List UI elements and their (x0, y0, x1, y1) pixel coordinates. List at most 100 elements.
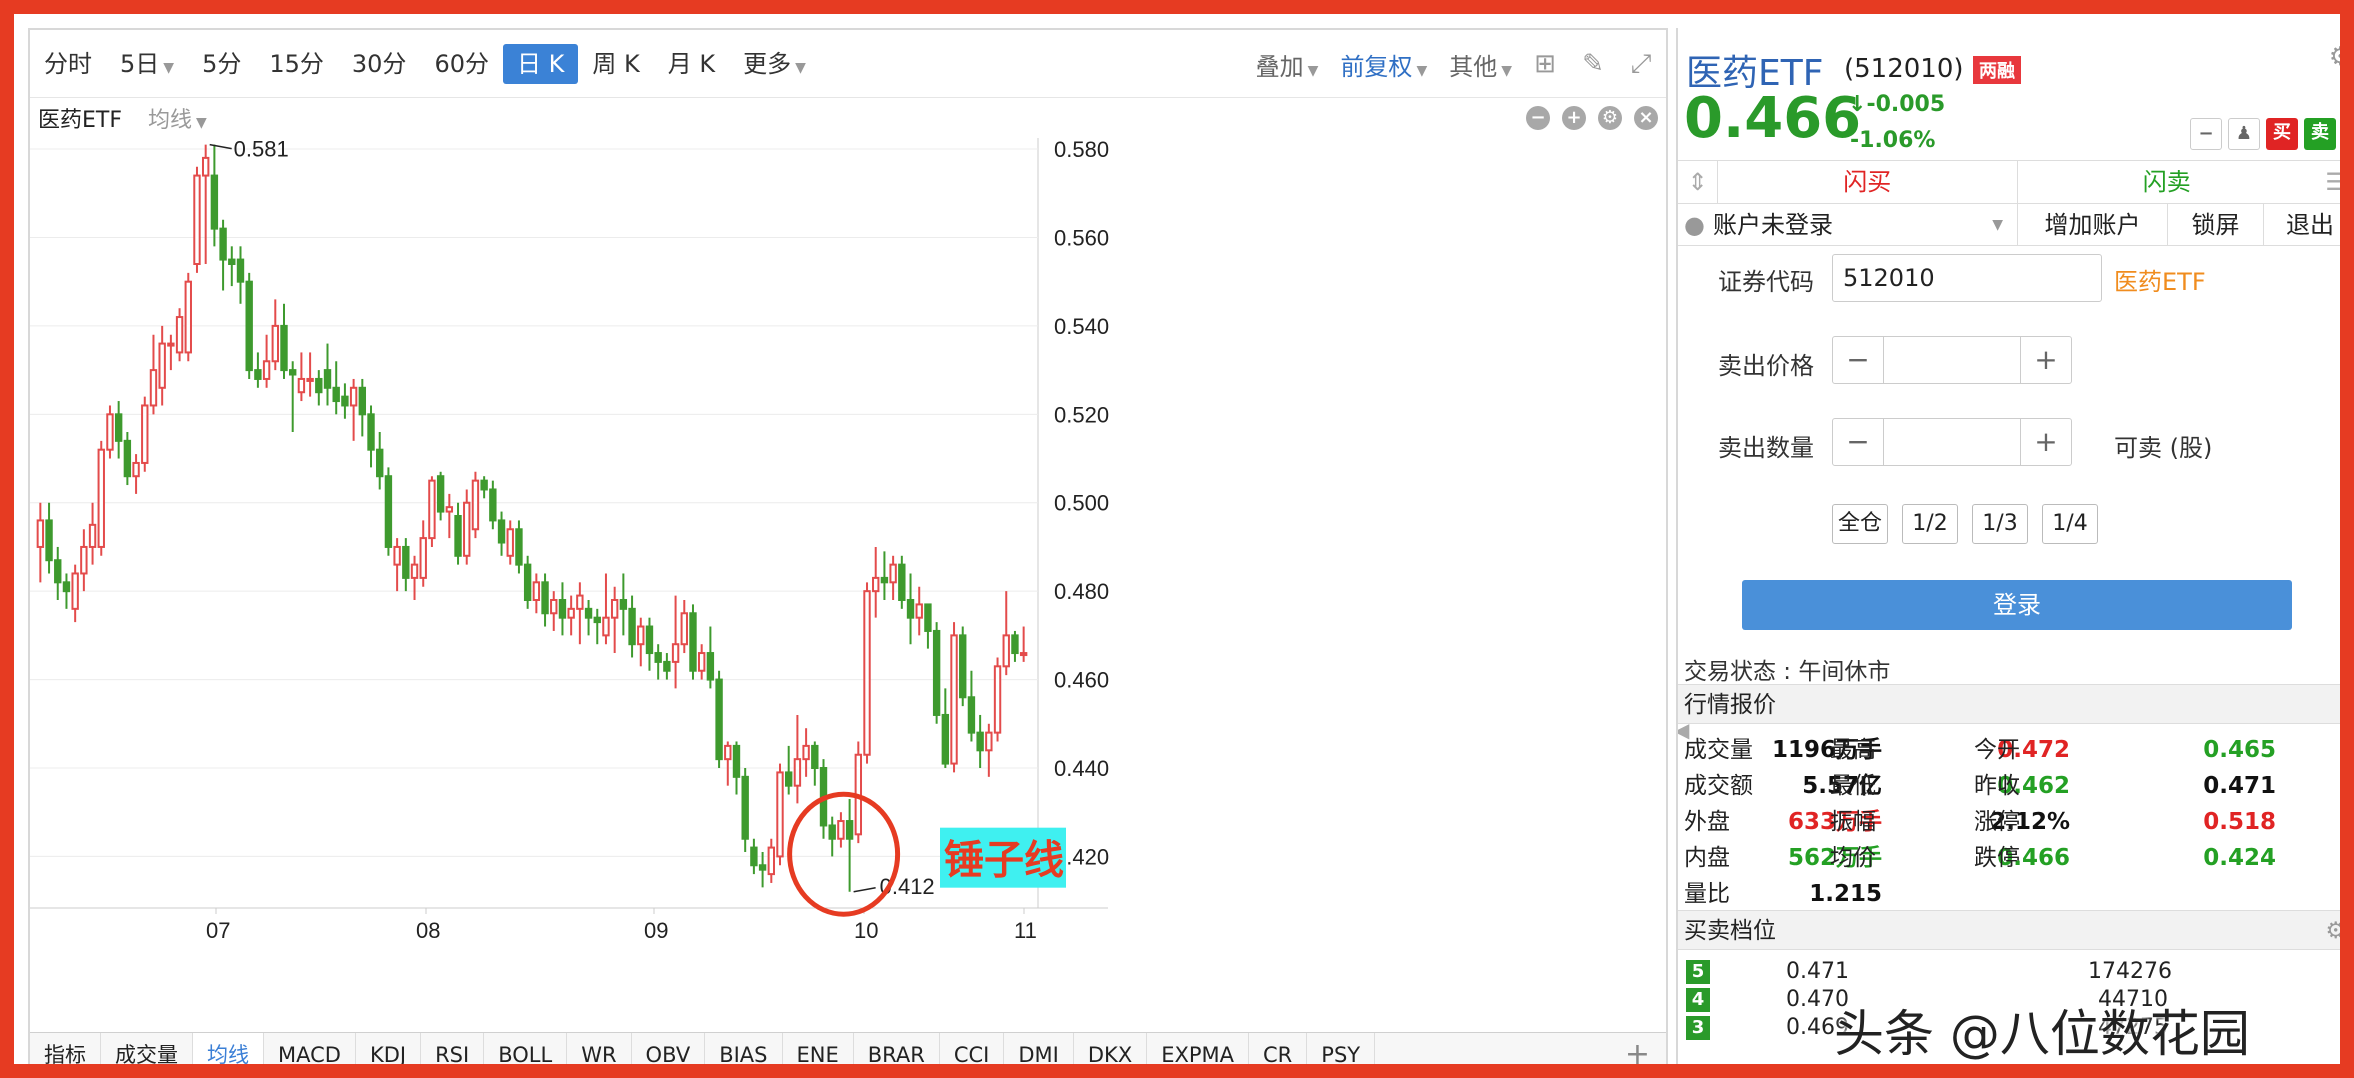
indicator-tab[interactable]: BRAR (854, 1032, 940, 1064)
last-price: 0.466 (1684, 86, 1862, 151)
candle-body (584, 607, 593, 619)
gear-icon[interactable]: ⚙ (2329, 42, 2340, 72)
candle-body (323, 369, 332, 389)
quote-label: 量比 (1684, 881, 1730, 907)
period-minute[interactable]: 分时 (30, 44, 106, 84)
indicator-tab[interactable]: DMI (1004, 1032, 1074, 1064)
candle-body (358, 386, 367, 416)
account-dropdown[interactable]: ● 账户未登录 ▼ (1678, 203, 2018, 246)
indicator-tab[interactable]: CCI (940, 1032, 1005, 1064)
candle-body (436, 475, 445, 513)
tab-flash-buy[interactable]: 闪买 (1718, 161, 2018, 203)
sort-icon[interactable]: ⇕ (1678, 161, 1718, 203)
period-monthly[interactable]: 月 K (654, 44, 729, 84)
indicator-tab[interactable]: 指标 (30, 1032, 101, 1064)
indicator-tab[interactable]: PSY (1307, 1032, 1376, 1064)
qty-third-button[interactable]: 1/3 (1972, 504, 2028, 544)
period-15min[interactable]: 15分 (255, 44, 338, 84)
bell-icon[interactable]: ♟ (2228, 118, 2260, 150)
ma-dropdown[interactable]: 均线 ▼ (148, 102, 207, 134)
period-5day[interactable]: 5日 ▼ (106, 44, 188, 84)
qty-plus-button[interactable]: + (2021, 419, 2071, 465)
indicator-tab[interactable]: WR (567, 1032, 632, 1064)
quote-label: 涨停 (1974, 809, 2020, 835)
pen-icon[interactable]: ✎ (1578, 49, 1608, 79)
candle-body (602, 616, 610, 637)
candle-body (610, 599, 619, 619)
qty-all-button[interactable]: 全仓 (1832, 504, 1888, 544)
indicator-tab[interactable]: BOLL (484, 1032, 568, 1064)
period-5min[interactable]: 5分 (188, 44, 255, 84)
gear-icon[interactable]: ⚙ (2325, 911, 2340, 951)
candle-body (567, 607, 575, 619)
kline-chart[interactable]: 0.580 0.560 0.540 0.520 0.500 0.480 0.460 0.440… (30, 138, 1668, 1008)
indicator-tab[interactable]: OBV (632, 1032, 706, 1064)
grid-layout-icon[interactable]: ⊞ (1530, 49, 1560, 79)
period-more[interactable]: 更多 ▼ (729, 44, 820, 84)
overlay-dropdown[interactable]: 叠加 ▼ (1256, 47, 1319, 82)
add-indicator-icon[interactable]: + (1609, 1037, 1666, 1064)
price-change-pct: -1.06% (1850, 128, 1936, 153)
candle-body (706, 652, 715, 681)
menu-icon[interactable]: ☰ (2316, 161, 2340, 203)
period-60min[interactable]: 60分 (420, 44, 503, 84)
account-label: 账户未登录 (1712, 210, 1833, 239)
adjust-dropdown[interactable]: 前复权 ▼ (1340, 47, 1427, 82)
zoom-in-icon[interactable]: + (1562, 106, 1586, 130)
sell-button[interactable]: 卖 (2304, 118, 2336, 150)
close-icon[interactable]: × (1634, 106, 1658, 130)
price-input[interactable] (1883, 337, 2021, 383)
candle-body (715, 678, 723, 761)
candle-body (54, 559, 62, 584)
indicator-tab[interactable]: MACD (264, 1032, 356, 1064)
qty-input[interactable] (1883, 419, 2021, 465)
price-plus-button[interactable]: + (2021, 337, 2071, 383)
period-weekly[interactable]: 周 K (578, 44, 653, 84)
lock-screen-button[interactable]: 锁屏 (2168, 203, 2264, 246)
candle-body (219, 227, 227, 261)
candle-body (993, 665, 1002, 734)
indicator-tab[interactable]: RSI (421, 1032, 485, 1064)
screenshot-frame: 分时 5日 ▼ 5分 15分 30分 60分 日 K 周 K 月 K 更多 ▼ 叠加… (0, 0, 2354, 1078)
candle-body (697, 652, 706, 672)
qty-half-button[interactable]: 1/2 (1902, 504, 1958, 544)
level-badge: 3 (1686, 1016, 1710, 1040)
qty-quarter-button[interactable]: 1/4 (2042, 504, 2098, 544)
fullscreen-icon[interactable]: ⤢ (1626, 49, 1656, 79)
candle-body (62, 581, 71, 593)
login-button[interactable]: 登录 (1742, 580, 2292, 630)
period-30min[interactable]: 30分 (338, 44, 421, 84)
price-minus-button[interactable]: − (1833, 337, 1883, 383)
buy-button[interactable]: 买 (2266, 118, 2298, 150)
other-dropdown[interactable]: 其他 ▼ (1449, 47, 1512, 82)
zoom-out-icon[interactable]: − (1526, 106, 1550, 130)
quote-label: 最低 (1830, 773, 1876, 799)
qty-minus-button[interactable]: − (1833, 419, 1883, 465)
period-daily[interactable]: 日 K (502, 43, 579, 84)
indicator-tab[interactable]: ENE (783, 1032, 854, 1064)
candle-body (158, 342, 166, 389)
high-price-label: 0.581 (234, 138, 289, 162)
indicator-tab[interactable]: CR (1249, 1032, 1308, 1064)
code-input[interactable]: 512010 (1832, 254, 2102, 302)
indicator-tab[interactable]: BIAS (705, 1032, 783, 1064)
expand-arrow-icon[interactable]: ◀ (1678, 718, 1689, 742)
candle-body (123, 439, 132, 478)
add-account-button[interactable]: 增加账户 (2018, 203, 2168, 246)
indicator-tab[interactable]: 成交量 (101, 1032, 193, 1064)
candle-body (872, 576, 880, 593)
logout-button[interactable]: 退出 (2264, 204, 2340, 246)
candle-body (114, 413, 123, 442)
indicator-tab[interactable]: 均线 (193, 1032, 264, 1064)
minimize-button[interactable]: − (2190, 118, 2222, 150)
user-icon: ● (1684, 210, 1705, 239)
indicator-tab[interactable]: EXPMA (1147, 1032, 1250, 1064)
indicator-tab[interactable]: KDJ (356, 1032, 422, 1064)
x-tick-label: 08 (416, 918, 440, 943)
candle-body (767, 846, 775, 876)
settings-icon[interactable]: ⚙ (1598, 106, 1622, 130)
candle-body (454, 515, 462, 557)
indicator-tab[interactable]: DKX (1074, 1032, 1148, 1064)
overlay-label: 叠加 (1255, 52, 1304, 81)
tab-flash-sell[interactable]: 闪卖 (2018, 161, 2317, 203)
